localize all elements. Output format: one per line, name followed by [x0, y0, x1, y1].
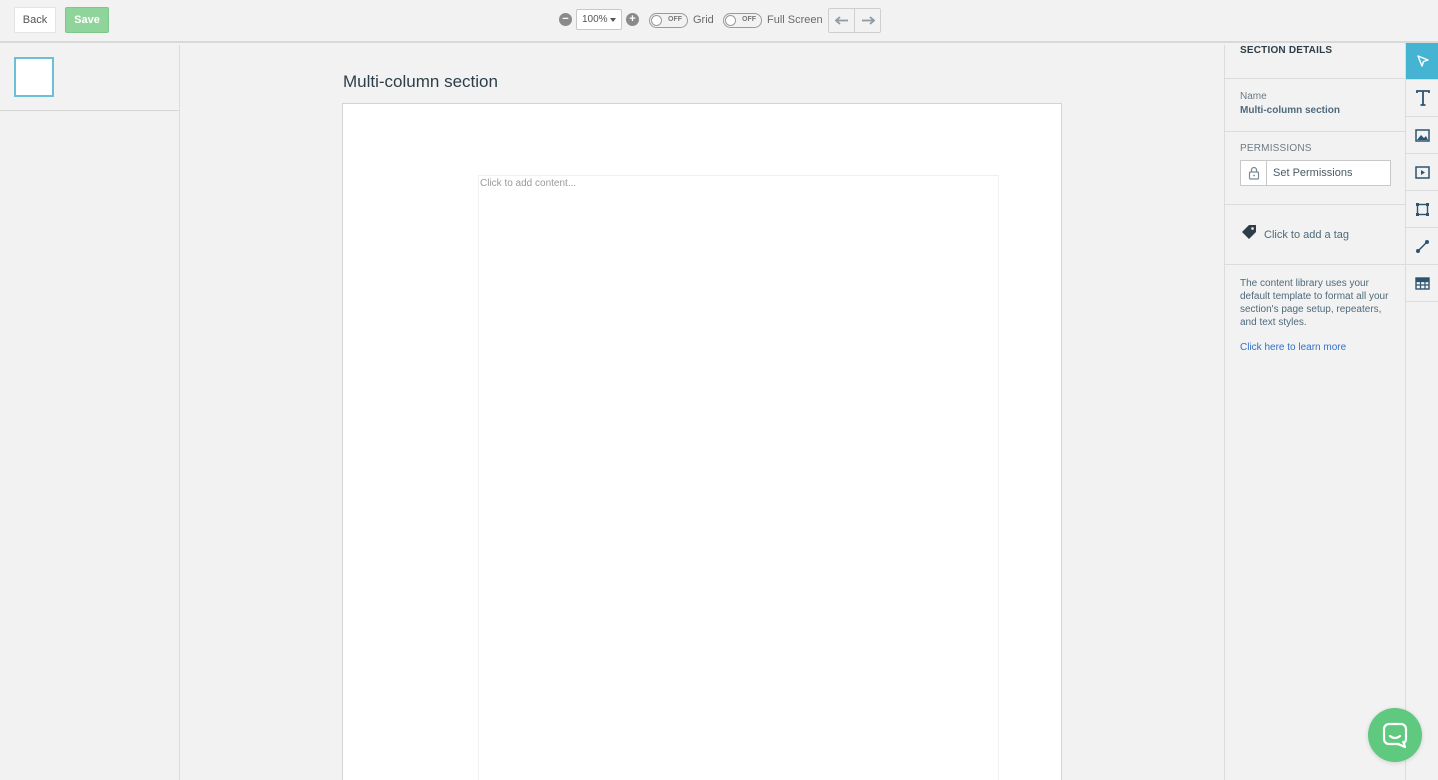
grid-toggle[interactable]: OFF: [649, 13, 688, 28]
redo-icon: [861, 15, 875, 25]
set-permissions-label: Set Permissions: [1273, 167, 1353, 179]
lock-icon: [1241, 161, 1267, 185]
table-tool[interactable]: [1406, 265, 1438, 302]
learn-more-link[interactable]: Click here to learn more: [1240, 341, 1390, 354]
page-thumbnail[interactable]: [14, 57, 54, 97]
permissions-label: PERMISSIONS: [1240, 143, 1312, 154]
line-tool[interactable]: [1406, 228, 1438, 265]
info-section: The content library uses your default te…: [1225, 265, 1405, 354]
section-details-panel: SECTION DETAILS Name Multi-column sectio…: [1224, 45, 1405, 780]
fullscreen-toggle[interactable]: OFF: [723, 13, 762, 28]
tool-rail: [1405, 43, 1438, 780]
back-button[interactable]: Back: [14, 7, 56, 33]
thumbnail-row: [0, 45, 179, 111]
toggle-knob: [725, 15, 736, 26]
zoom-select[interactable]: 100%: [576, 9, 622, 30]
name-label: Name: [1240, 91, 1267, 102]
undo-icon: [834, 15, 848, 25]
section-title: Multi-column section: [343, 72, 498, 91]
info-text: The content library uses your default te…: [1240, 278, 1389, 328]
redo-button[interactable]: [854, 9, 880, 32]
shape-tool[interactable]: [1406, 191, 1438, 228]
toggle-state: OFF: [668, 16, 682, 23]
page-thumbnails-panel: [0, 45, 180, 780]
permissions-section: PERMISSIONS Set Permissions: [1225, 132, 1405, 205]
content-area[interactable]: Click to add content...: [478, 175, 999, 780]
text-icon: [1415, 90, 1430, 106]
image-icon: [1415, 128, 1430, 142]
chevron-down-icon: [610, 18, 616, 22]
undo-button[interactable]: [829, 9, 854, 32]
zoom-in-icon[interactable]: +: [626, 13, 639, 26]
line-icon: [1416, 239, 1429, 253]
image-tool[interactable]: [1406, 117, 1438, 154]
set-permissions-button[interactable]: Set Permissions: [1240, 160, 1391, 186]
save-button[interactable]: Save: [65, 7, 109, 33]
fullscreen-label: Full Screen: [767, 14, 823, 26]
chat-launcher-button[interactable]: [1368, 708, 1422, 762]
table-icon: [1415, 276, 1430, 290]
tag-section[interactable]: Click to add a tag: [1225, 205, 1405, 265]
content-placeholder[interactable]: Click to add content...: [480, 178, 576, 189]
grid-label: Grid: [693, 14, 714, 26]
toggle-knob: [651, 15, 662, 26]
name-section: Name Multi-column section: [1225, 79, 1405, 132]
tag-icon: [1240, 223, 1258, 246]
video-icon: [1415, 165, 1430, 179]
shape-icon: [1416, 202, 1429, 216]
chat-icon: [1382, 722, 1408, 749]
name-value[interactable]: Multi-column section: [1240, 105, 1390, 116]
video-tool[interactable]: [1406, 154, 1438, 191]
pointer-tool[interactable]: [1406, 43, 1438, 80]
toggle-state: OFF: [742, 16, 756, 23]
page-canvas: Click to add content...: [342, 103, 1062, 780]
details-header: SECTION DETAILS: [1225, 45, 1405, 79]
text-tool[interactable]: [1406, 80, 1438, 117]
undo-redo-group: [828, 8, 881, 33]
top-toolbar: Back Save − 100% + OFF Grid OFF Full Scr…: [0, 0, 1438, 43]
pointer-icon: [1416, 55, 1429, 67]
add-tag-label[interactable]: Click to add a tag: [1264, 229, 1349, 241]
zoom-out-icon[interactable]: −: [559, 13, 572, 26]
zoom-value: 100%: [582, 14, 608, 25]
